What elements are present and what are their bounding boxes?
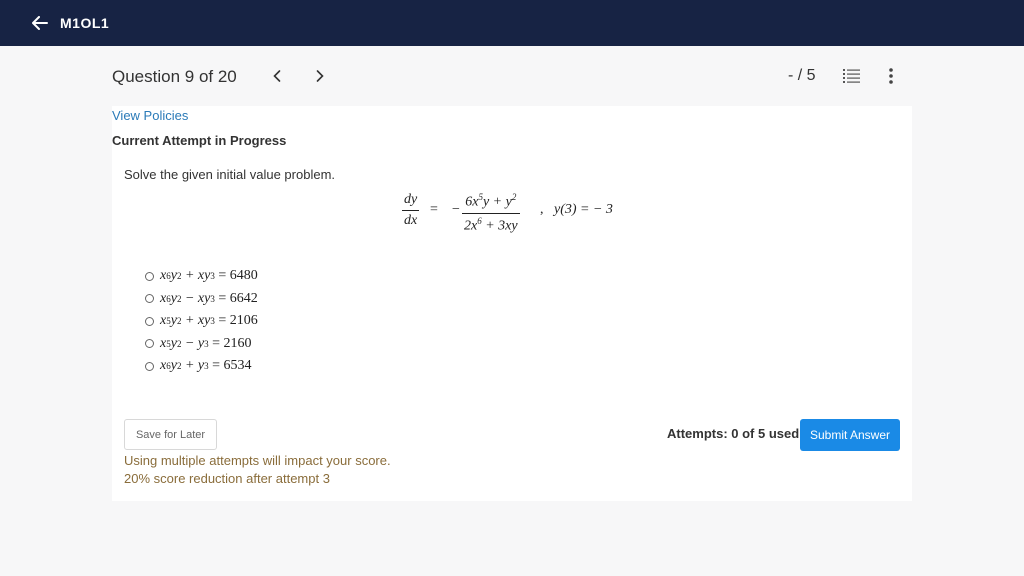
save-for-later-button[interactable]: Save for Later <box>124 419 217 450</box>
radio-button[interactable] <box>145 271 154 281</box>
answer-option[interactable]: x6y2 − xy 3 = 6642 <box>145 288 258 311</box>
submit-answer-button[interactable]: Submit Answer <box>800 419 900 451</box>
rhs-fraction: 6x5y + y2 2x6 + 3xy <box>462 192 520 234</box>
rhs-numerator: 6x5y + y2 <box>465 192 517 210</box>
radio-button[interactable] <box>145 339 154 349</box>
view-policies-link[interactable]: View Policies <box>112 108 188 123</box>
attempt-warning: Using multiple attempts will impact your… <box>124 453 391 468</box>
answer-option[interactable]: x5y2 + xy 3 = 2106 <box>145 310 258 333</box>
comma: , <box>540 202 544 217</box>
chevron-right-icon[interactable] <box>311 66 329 86</box>
equals-sign: = <box>430 202 438 217</box>
answer-option[interactable]: x5y2 − y3 = 2160 <box>145 333 258 356</box>
top-bar: M1OL1 <box>0 0 1024 46</box>
question-header: Question 9 of 20 - / 5 <box>0 46 1024 106</box>
radio-button[interactable] <box>145 294 154 304</box>
more-vertical-icon[interactable] <box>886 66 896 86</box>
rhs-denominator: 2x6 + 3xy <box>464 215 518 234</box>
lhs-fraction: dy dx <box>402 192 420 229</box>
minus-sign: − <box>452 202 460 217</box>
question-card: View Policies Current Attempt in Progres… <box>112 106 912 501</box>
lhs-denominator: dx <box>404 213 418 228</box>
answer-options: x6y2 + xy 3 = 6480 x6y2 − xy 3 = 6642 x5y2… <box>145 265 258 378</box>
question-prompt: Solve the given initial value problem. <box>124 167 336 182</box>
question-label: Question 9 of 20 <box>112 67 237 86</box>
course-title: M1OL1 <box>60 15 110 31</box>
list-icon[interactable] <box>843 68 861 84</box>
lhs-numerator: dy <box>404 192 418 207</box>
answer-option[interactable]: x6y2 + xy 3 = 6480 <box>145 265 258 288</box>
attempts-count: Attempts: 0 of 5 used <box>667 426 800 441</box>
score-display: - / 5 <box>788 67 816 84</box>
radio-button[interactable] <box>145 316 154 326</box>
initial-condition: y(3) = − 3 <box>554 202 613 217</box>
differential-equation: dy dx = − 6x5y + y2 2x6 + 3xy , y(3) = −… <box>402 192 652 234</box>
attempt-status: Current Attempt in Progress <box>112 133 287 148</box>
answer-option[interactable]: x6y2 + y3 = 6534 <box>145 355 258 378</box>
arrow-left-icon[interactable] <box>30 13 50 33</box>
score-reduction-note: 20% score reduction after attempt 3 <box>124 471 330 486</box>
radio-button[interactable] <box>145 361 154 371</box>
chevron-left-icon[interactable] <box>268 66 286 86</box>
